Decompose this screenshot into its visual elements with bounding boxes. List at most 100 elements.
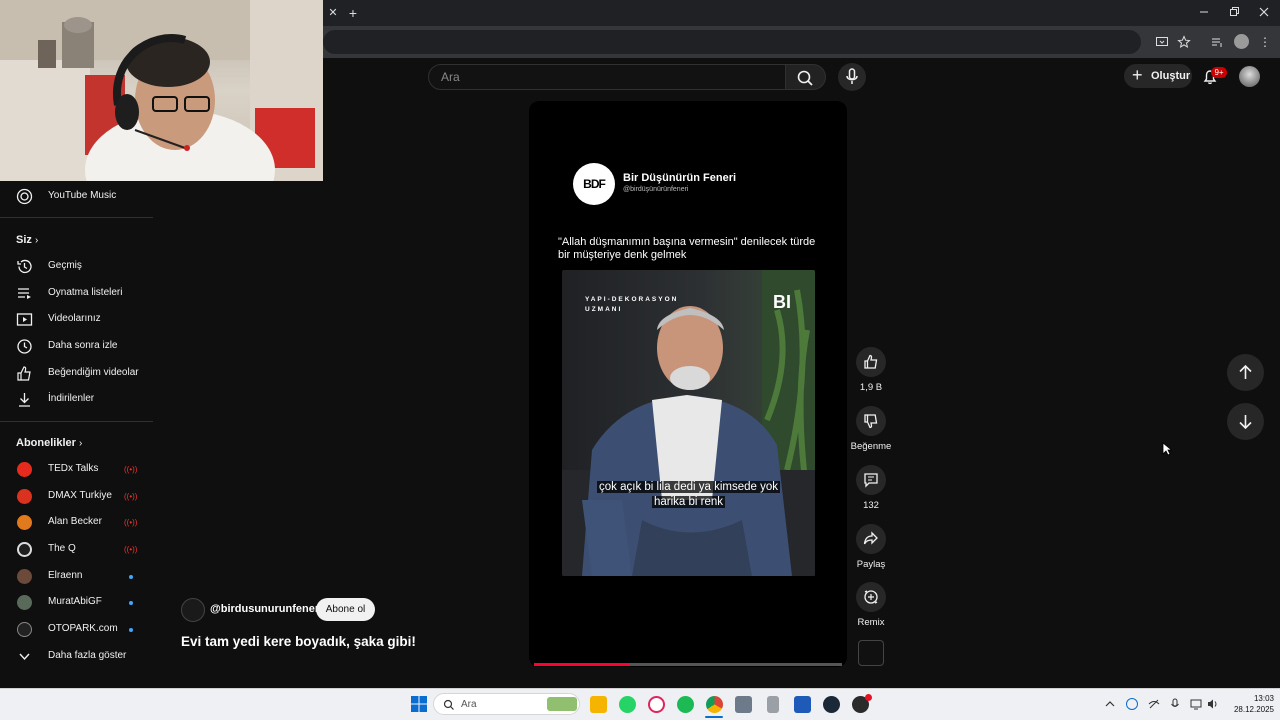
overlay-channel-handle: @birdüşünürünfeneri (623, 186, 689, 193)
sidebar-item-liked-videos[interactable]: Beğendiğim videolar (0, 360, 153, 387)
dislike-button[interactable] (856, 406, 886, 436)
close-tab-icon[interactable]: ✕ (323, 0, 343, 26)
sidebar-divider (0, 421, 153, 422)
install-app-icon[interactable] (1155, 35, 1169, 49)
mouse-cursor-icon (1162, 442, 1172, 456)
sidebar-item-your-videos[interactable]: Videolarınız (0, 306, 153, 333)
taskbar-search[interactable]: Ara (433, 693, 580, 715)
subscription-item[interactable]: Alan Becker ((•)) (0, 509, 153, 536)
channel-avatar (17, 462, 32, 477)
file-explorer-icon[interactable] (590, 696, 607, 713)
sidebar: YouTube Music Siz › Geçmiş Oynatma liste… (0, 181, 153, 681)
profile-avatar[interactable] (1234, 34, 1249, 49)
chevron-right-icon: › (34, 235, 39, 246)
video-frame (562, 270, 815, 576)
spotify-icon[interactable] (677, 696, 694, 713)
chevron-right-icon: › (78, 438, 83, 449)
camera-icon[interactable] (735, 696, 752, 713)
live-indicator-icon: ((•)) (124, 518, 138, 527)
video-tag-text: YAPI-DEKORASYON UZMANI (585, 296, 679, 313)
share-button[interactable] (856, 524, 886, 554)
channel-avatar (17, 489, 32, 504)
comments-button[interactable] (856, 465, 886, 495)
webcam-overlay (0, 0, 323, 181)
taskbar (0, 688, 1280, 720)
subscription-item[interactable]: TEDx Talks ((•)) (0, 456, 153, 483)
subscription-item[interactable]: OTOPARK.com (0, 616, 153, 643)
channel-handle[interactable]: @birdusunurunfeneri (210, 603, 322, 615)
chrome-icon[interactable] (706, 696, 723, 713)
channel-avatar (17, 515, 32, 530)
restore-icon[interactable] (1226, 4, 1242, 20)
sidebar-subscriptions-heading[interactable]: Abonelikler › (16, 437, 82, 449)
address-field[interactable] (323, 30, 1141, 54)
sidebar-item-watch-later[interactable]: Daha sonra izle (0, 333, 153, 360)
subscription-item[interactable]: Elraenn (0, 563, 153, 590)
dislike-label: Beğenme (850, 441, 892, 452)
subscription-item[interactable]: DMAX Turkiye ((•)) (0, 483, 153, 510)
subscribe-button[interactable]: Abone ol (316, 598, 375, 621)
sidebar-item-youtube-music[interactable]: YouTube Music (0, 183, 153, 210)
overlay-channel-name: Bir Düşünürün Feneri (623, 172, 737, 184)
opera-icon[interactable] (648, 696, 665, 713)
remix-icon (864, 590, 878, 604)
media-queue-icon[interactable] (1210, 35, 1224, 49)
whatsapp-icon[interactable] (619, 696, 636, 713)
remix-button[interactable] (856, 582, 886, 612)
sidebar-you-heading[interactable]: Siz › (16, 234, 38, 246)
subscription-item[interactable]: MuratAbiGF (0, 589, 153, 616)
display-icon[interactable] (1190, 698, 1202, 710)
sidebar-show-more[interactable]: Daha fazla göster (0, 643, 153, 670)
new-content-dot (129, 575, 133, 579)
sidebar-item-downloads[interactable]: İndirilenler (0, 386, 153, 413)
recording-badge (865, 694, 872, 701)
app-icon[interactable] (794, 696, 811, 713)
clock-icon (17, 339, 32, 354)
subscription-item[interactable]: The Q ((•)) (0, 536, 153, 563)
windows-start-icon[interactable] (410, 695, 428, 713)
volume-icon[interactable] (1207, 698, 1219, 710)
share-label: Paylaş (856, 559, 886, 570)
overlay-caption: "Allah düşmanımın başına vermesin" denil… (558, 236, 816, 261)
plus-icon: + (1132, 65, 1143, 85)
voice-search-button[interactable] (838, 63, 866, 91)
sidebar-divider (0, 217, 153, 218)
sidebar-item-history[interactable]: Geçmiş (0, 253, 153, 280)
microphone-icon[interactable] (1170, 698, 1180, 710)
live-indicator-icon: ((•)) (124, 465, 138, 474)
next-short-button[interactable] (1227, 403, 1264, 440)
notification-count-badge: 9+ (1211, 67, 1227, 78)
system-clock[interactable]: 13:03 28.12.2025 (1224, 693, 1274, 715)
steam-icon[interactable] (823, 696, 840, 713)
close-window-icon[interactable] (1256, 4, 1272, 20)
previous-short-button[interactable] (1227, 354, 1264, 391)
microphone-app-icon[interactable] (767, 696, 779, 713)
like-button[interactable] (856, 347, 886, 377)
create-button[interactable]: + Oluştur (1124, 64, 1192, 88)
bookmark-star-icon[interactable] (1177, 35, 1191, 49)
video-title[interactable]: Evi tam yedi kere boyadık, şaka gibi! (181, 634, 416, 649)
account-avatar[interactable] (1239, 66, 1260, 87)
sidebar-item-playlists[interactable]: Oynatma listeleri (0, 280, 153, 307)
search-input[interactable]: Ara (428, 64, 786, 90)
chevron-up-icon[interactable] (1105, 699, 1115, 709)
new-content-dot (129, 601, 133, 605)
history-icon (17, 259, 32, 274)
share-icon (863, 531, 878, 545)
new-tab-icon[interactable]: + (345, 0, 361, 26)
search-icon (443, 699, 454, 710)
download-icon (19, 393, 30, 407)
browser-menu-icon[interactable]: ⋮ (1259, 35, 1271, 49)
active-app-indicator (705, 716, 723, 718)
comment-icon (864, 473, 878, 488)
network-off-icon[interactable] (1148, 698, 1160, 710)
audio-source-thumbnail[interactable] (858, 640, 884, 666)
thumbs-up-icon (864, 354, 878, 369)
minimize-icon[interactable] (1196, 4, 1212, 20)
overlay-channel-logo: BDF (573, 163, 615, 205)
new-content-dot (129, 628, 133, 632)
channel-avatar[interactable] (181, 598, 205, 622)
channel-avatar (17, 595, 32, 610)
sync-icon[interactable] (1126, 698, 1138, 710)
search-button[interactable] (786, 64, 826, 90)
